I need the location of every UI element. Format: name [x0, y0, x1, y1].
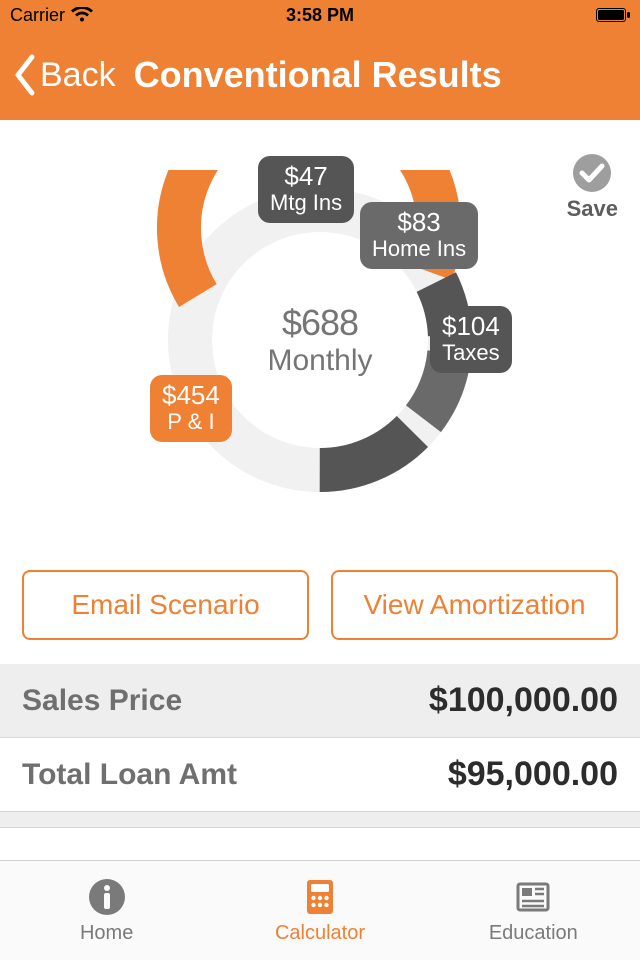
bubble-p-and-i-amount: $454 — [162, 381, 220, 410]
monthly-period: Monthly — [267, 344, 372, 378]
back-button[interactable]: Back — [12, 53, 116, 97]
bubble-taxes: $104 Taxes — [430, 306, 512, 373]
email-scenario-button[interactable]: Email Scenario — [22, 570, 309, 640]
tab-home-label: Home — [80, 922, 133, 945]
results-table: Sales Price $100,000.00 Total Loan Amt $… — [0, 664, 640, 828]
bubble-mortgage-insurance-amount: $47 — [270, 162, 342, 191]
row-total-loan-amt: Total Loan Amt $95,000.00 — [0, 738, 640, 812]
bubble-home-insurance-amount: $83 — [372, 208, 466, 237]
row-total-loan-amt-label: Total Loan Amt — [22, 758, 237, 792]
row-partial — [0, 812, 640, 828]
bubble-mortgage-insurance-label: Mtg Ins — [270, 191, 342, 215]
bubble-home-insurance: $83 Home Ins — [360, 202, 478, 269]
donut-chart: $688 Monthly $454 P & I $47 Mtg Ins $83 … — [0, 130, 640, 550]
bubble-mortgage-insurance: $47 Mtg Ins — [258, 156, 354, 223]
info-icon — [86, 876, 128, 918]
row-sales-price-label: Sales Price — [22, 684, 182, 718]
calculator-icon — [299, 876, 341, 918]
bubble-p-and-i-label: P & I — [162, 410, 220, 434]
tab-home[interactable]: Home — [0, 861, 213, 960]
clock: 3:58 PM — [0, 5, 640, 26]
page-title: Conventional Results — [134, 54, 502, 96]
row-sales-price: Sales Price $100,000.00 — [0, 664, 640, 738]
tab-education[interactable]: Education — [427, 861, 640, 960]
wifi-icon — [71, 7, 93, 23]
row-sales-price-value: $100,000.00 — [429, 681, 618, 720]
view-amortization-button[interactable]: View Amortization — [331, 570, 618, 640]
bubble-home-insurance-label: Home Ins — [372, 237, 466, 261]
carrier-label: Carrier — [10, 5, 65, 26]
battery-icon — [596, 8, 630, 22]
status-bar: Carrier 3:58 PM — [0, 0, 640, 30]
bubble-taxes-label: Taxes — [442, 341, 500, 365]
row-total-loan-amt-value: $95,000.00 — [448, 755, 618, 794]
bubble-p-and-i: $454 P & I — [150, 375, 232, 442]
content: Save $688 Monthly $454 P & I — [0, 130, 640, 828]
monthly-amount: $688 — [282, 302, 358, 344]
tab-calculator-label: Calculator — [275, 922, 365, 945]
nav-bar: Back Conventional Results — [0, 30, 640, 120]
tab-education-label: Education — [489, 922, 578, 945]
back-label: Back — [40, 56, 116, 95]
bubble-taxes-amount: $104 — [442, 312, 500, 341]
tab-calculator[interactable]: Calculator — [213, 861, 426, 960]
tab-bar: Home Calculator Education — [0, 860, 640, 960]
newspaper-icon — [512, 876, 554, 918]
chevron-back-icon — [12, 53, 38, 97]
